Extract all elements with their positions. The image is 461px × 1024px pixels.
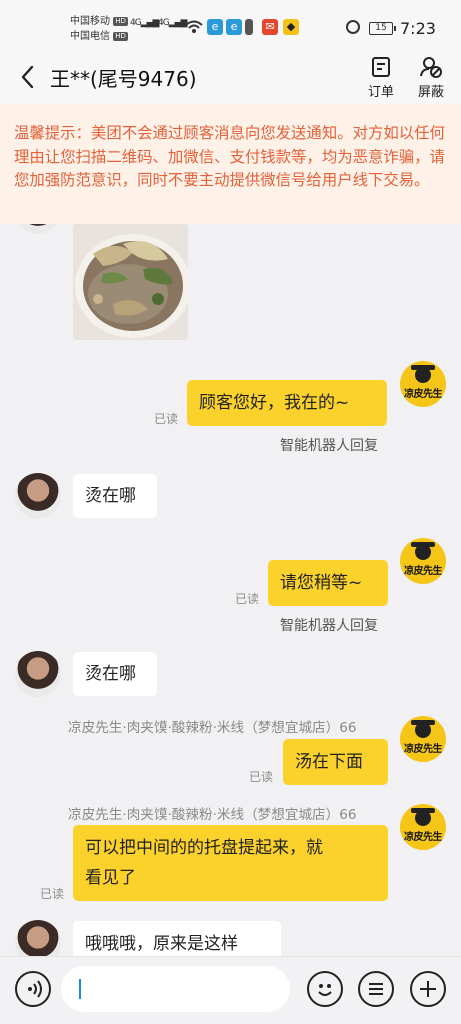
delivery-app-icon: ◆ (283, 19, 299, 35)
voice-icon (28, 980, 42, 998)
customer-avatar[interactable] (15, 920, 61, 956)
mascot-icon (411, 808, 435, 826)
bot-reply-label: 智能机器人回复 (280, 438, 378, 454)
wifi-icon (185, 20, 203, 33)
safety-notice-text: 温馨提示：美团不会通过顾客消息向您发送通知。对方如以任何理由让您扫描二维码、加微… (14, 124, 445, 189)
mascot-icon (411, 720, 435, 738)
customer-avatar[interactable] (15, 651, 61, 697)
block-label: 屏蔽 (417, 85, 444, 100)
hd-badge: HD (113, 32, 128, 41)
read-receipt: 已读 (249, 770, 274, 784)
food-photo-message[interactable] (73, 224, 188, 340)
sender-name: 凉皮先生·肉夹馍·酸辣粉·米线（梦想宜城店）66 (68, 807, 357, 823)
merchant-brand-text: 凉皮先生 (404, 389, 443, 400)
block-button[interactable]: 屏蔽 (411, 56, 451, 100)
app-notification-icon: e (226, 19, 242, 35)
message-bubble[interactable]: 烫在哪 (73, 474, 157, 518)
mascot-icon (411, 365, 435, 383)
merchant-avatar[interactable]: 凉皮先生 (400, 716, 446, 762)
clock: 7:23 (400, 19, 436, 38)
order-button[interactable]: 订单 (361, 56, 401, 100)
message-bubble[interactable]: 请您稍等~ (268, 560, 388, 606)
carrier-1: 中国移动 (70, 16, 110, 27)
merchant-avatar[interactable]: 凉皮先生 (400, 538, 446, 584)
emoji-icon (318, 984, 332, 996)
sender-name: 凉皮先生·肉夹馍·酸辣粉·米线（梦想宜城店）66 (68, 720, 357, 736)
contact-title: 王**(尾号9476) (50, 67, 197, 91)
input-bar (0, 956, 461, 1024)
merchant-brand-text: 凉皮先生 (404, 744, 443, 755)
bot-reply-label: 智能机器人回复 (280, 618, 378, 634)
list-icon (369, 983, 383, 995)
message-line: 可以把中间的的托盘提起来，就 (85, 838, 323, 858)
order-label: 订单 (367, 85, 394, 100)
block-user-icon (420, 57, 442, 78)
message-bubble[interactable]: 顾客您好，我在的~ (187, 380, 387, 426)
message-bubble[interactable]: 烫在哪 (73, 652, 157, 696)
hd-badge: HD (113, 17, 128, 26)
read-receipt: 已读 (235, 592, 260, 606)
plus-icon (420, 981, 436, 997)
signal-icon: 4G▂▄▆ (130, 18, 159, 28)
file-icon (245, 19, 253, 35)
food-photo (73, 224, 188, 340)
message-bubble[interactable]: 可以把中间的的托盘提起来，就 看见了 (73, 825, 388, 901)
more-button[interactable] (410, 971, 446, 1007)
battery-icon: 15 (369, 22, 396, 35)
merchant-avatar[interactable]: 凉皮先生 (400, 361, 446, 407)
mascot-icon (411, 542, 435, 560)
read-receipt: 已读 (154, 412, 179, 426)
signal-icon: 4G▂▄▆ (158, 18, 187, 28)
text-cursor (79, 979, 81, 999)
customer-avatar[interactable] (15, 224, 61, 234)
quick-reply-button[interactable] (358, 971, 394, 1007)
order-icon (372, 57, 390, 77)
carrier-info: 中国移动 HD 中国电信 HD (70, 14, 128, 44)
status-bar: 中国移动 HD 中国电信 HD 4G▂▄▆ 4G▂▄▆ e e ✉ ◆ 15 7… (0, 0, 461, 52)
app-notification-icon: e (207, 19, 223, 35)
alarm-icon (346, 20, 360, 34)
message-bubble[interactable]: 哦哦哦，原来是这样 (73, 921, 281, 956)
customer-avatar[interactable] (15, 473, 61, 519)
message-bubble[interactable]: 汤在下面 (283, 739, 388, 785)
message-list[interactable]: 凉皮先生 已读 顾客您好，我在的~ 智能机器人回复 烫在哪 凉皮先生 已读 请您… (0, 224, 461, 956)
carrier-2: 中国电信 (70, 31, 110, 42)
shopping-icon: ✉ (262, 19, 278, 35)
message-line: 看见了 (85, 868, 136, 888)
voice-button[interactable] (15, 971, 51, 1007)
safety-notice: 温馨提示：美团不会通过顾客消息向您发送通知。对方如以任何理由让您扫描二维码、加微… (0, 104, 461, 224)
emoji-button[interactable] (307, 971, 343, 1007)
back-arrow-icon[interactable] (18, 64, 40, 90)
merchant-brand-text: 凉皮先生 (404, 832, 443, 843)
merchant-brand-text: 凉皮先生 (404, 566, 443, 577)
read-receipt: 已读 (40, 887, 65, 901)
merchant-avatar[interactable]: 凉皮先生 (400, 804, 446, 850)
chat-header: 王**(尾号9476) 订单 屏蔽 (0, 52, 461, 104)
message-input[interactable] (61, 966, 290, 1012)
